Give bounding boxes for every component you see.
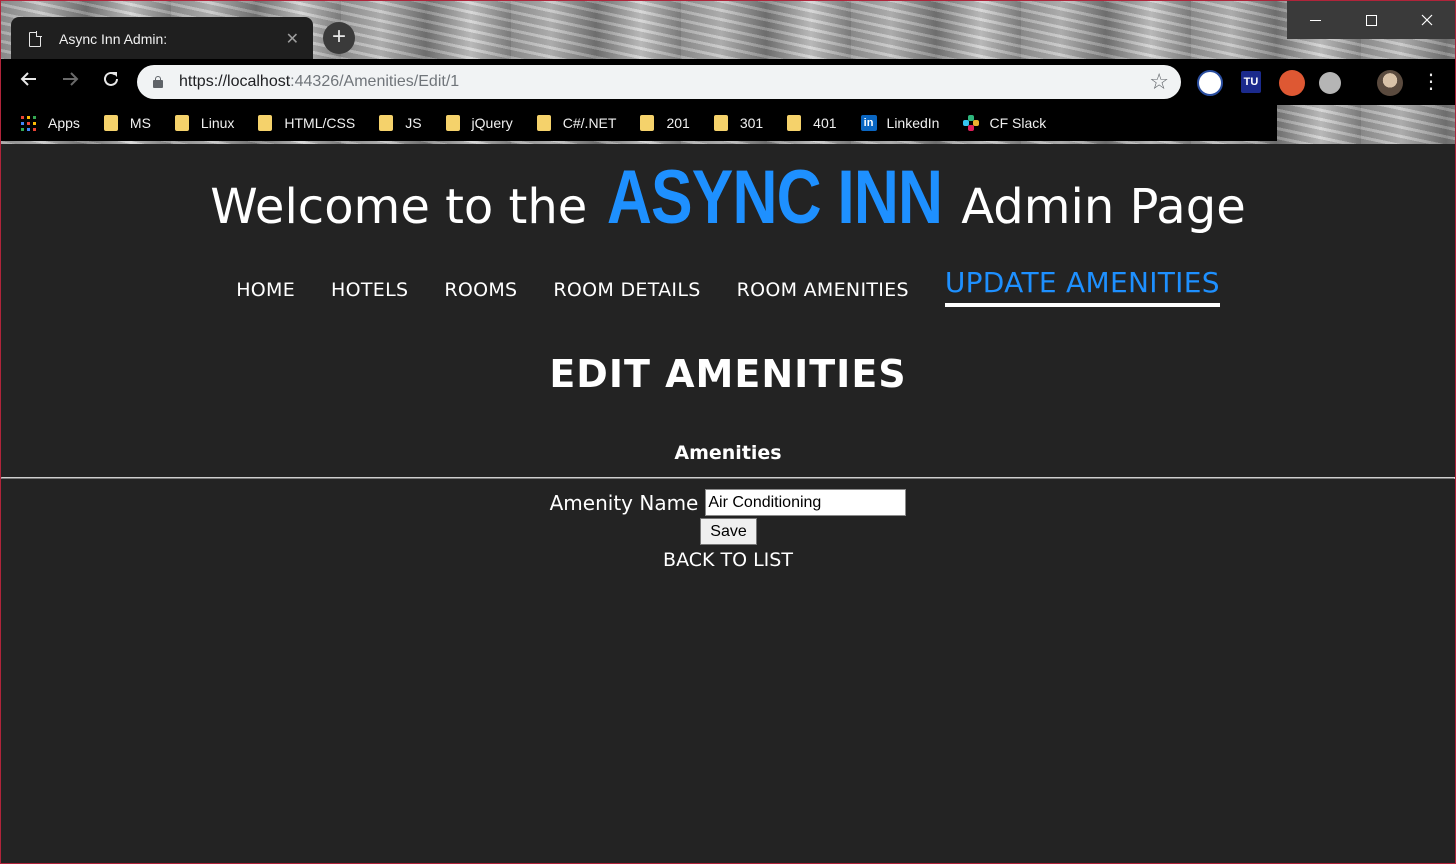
site-header: Welcome to the ASYNC INN Admin Page [1,154,1455,241]
nav-rooms[interactable]: ROOMS [444,279,517,307]
brand-logo: ASYNC INN [606,155,943,240]
bookmark-label: 201 [666,115,690,131]
bookmark-label: MS [129,115,151,131]
address-bar[interactable]: https://localhost:44326/Amenities/Edit/1… [137,65,1181,99]
profile-avatar[interactable] [1377,70,1403,96]
bookmark-label: HTML/CSS [284,115,356,131]
extension-icon[interactable] [1319,72,1341,94]
bookmark-ms[interactable]: MS [103,115,151,131]
header-welcome-suffix: Admin Page [961,179,1246,235]
bookmark-jquery[interactable]: jQuery [445,115,513,131]
bookmark-label: LinkedIn [886,115,940,131]
amenity-name-row: Amenity Name [1,489,1455,516]
bookmark-label: 401 [813,115,837,131]
maximize-button[interactable] [1343,1,1399,39]
duckduckgo-extension-icon[interactable] [1279,70,1305,96]
folder-icon [174,115,189,131]
lock-icon [153,76,163,88]
bookmark-label: jQuery [471,115,513,131]
close-icon[interactable]: ✕ [286,29,299,49]
browser-menu-icon[interactable]: ⋮ [1421,68,1441,96]
search-extension-icon[interactable] [1197,70,1223,96]
bookmark-label: 301 [739,115,764,131]
bookmark-401[interactable]: 401 [787,115,837,131]
divider [1,477,1455,479]
browser-toolbar: https://localhost:44326/Amenities/Edit/1… [1,59,1455,105]
nav-room-details[interactable]: ROOM DETAILS [553,279,700,307]
bookmark-label: JS [405,115,422,131]
amenity-name-input[interactable] [705,489,907,516]
bookmark-label: C#/.NET [562,115,617,131]
maximize-icon [1365,14,1377,26]
url-host: https://localhost [179,73,291,90]
folder-icon [640,115,655,131]
folder-icon [713,115,728,131]
bookmark-csharp-net[interactable]: C#/.NET [536,115,617,131]
url-text[interactable]: https://localhost:44326/Amenities/Edit/1 [179,73,459,91]
slack-icon [963,115,980,131]
browser-chrome: Async Inn Admin: ✕ + https://localhost:4… [1,1,1455,144]
bookmarks-bar: Apps MS Linux HTML/CSS JS jQuery C#/.NET… [1,105,1277,141]
tab-title: Async Inn Admin: [59,31,168,47]
nav-hotels[interactable]: HOTELS [331,279,408,307]
bookmark-label: CF Slack [989,115,1047,131]
close-window-icon [1421,14,1433,26]
bookmark-js[interactable]: JS [379,115,422,131]
window-controls [1287,1,1455,39]
folder-icon [787,115,802,131]
browser-tab[interactable]: Async Inn Admin: ✕ [11,17,313,61]
minimize-icon [1309,19,1321,21]
bookmark-cf-slack[interactable]: CF Slack [963,115,1046,131]
main-nav: HOME HOTELS ROOMS ROOM DETAILS ROOM AMEN… [1,266,1455,307]
bookmark-301[interactable]: 301 [713,115,764,131]
bookmark-star-icon[interactable]: ☆ [1149,69,1169,95]
bookmark-html-css[interactable]: HTML/CSS [258,115,355,131]
page-content: Welcome to the ASYNC INN Admin Page HOME… [1,144,1455,863]
bookmark-201[interactable]: 201 [640,115,690,131]
apps-icon [21,115,36,131]
tab-strip: Async Inn Admin: ✕ + [1,1,1455,61]
folder-icon [103,115,118,131]
folder-icon [536,115,551,131]
amenity-name-label: Amenity Name [549,490,699,515]
minimize-button[interactable] [1287,1,1343,39]
nav-room-amenities[interactable]: ROOM AMENITIES [737,279,909,307]
folder-icon [258,115,273,131]
section-title: Amenities [674,442,782,464]
save-button[interactable]: Save [700,518,757,545]
url-path: :44326/Amenities/Edit/1 [290,73,460,90]
arrow-left-icon [20,72,36,86]
reload-icon [104,71,118,86]
folder-icon [379,115,394,131]
linkedin-icon: in [860,115,877,131]
forward-button[interactable] [56,69,84,97]
header-welcome-prefix: Welcome to the [210,179,588,235]
arrow-right-icon [63,72,79,86]
page-icon [29,30,42,47]
bookmark-label: Apps [48,115,80,131]
bookmark-apps[interactable]: Apps [21,115,80,131]
bookmark-label: Linux [200,115,235,131]
tu-extension-icon[interactable]: TU [1241,71,1261,93]
nav-update-amenities[interactable]: UPDATE AMENITIES [944,266,1220,307]
reload-button[interactable] [97,69,125,97]
bookmark-linux[interactable]: Linux [174,115,235,131]
window-close-button[interactable] [1399,1,1455,39]
back-button[interactable] [15,69,43,97]
nav-home[interactable]: HOME [236,279,295,307]
back-to-list-link[interactable]: BACK TO LIST [1,549,1455,571]
folder-icon [445,115,460,131]
page-title: EDIT AMENITIES [549,352,907,396]
bookmark-linkedin[interactable]: in LinkedIn [860,115,940,131]
new-tab-button[interactable]: + [323,22,355,54]
